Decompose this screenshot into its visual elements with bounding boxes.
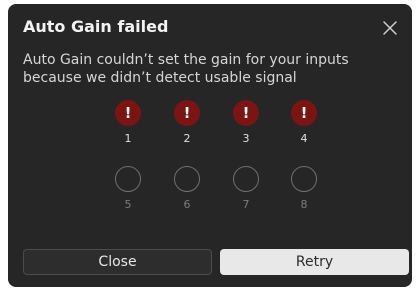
channel-label: 1 [124,132,132,145]
auto-gain-failed-dialog: Auto Gain failed Auto Gain couldn’t set … [8,4,412,287]
channel-label: 5 [124,198,132,211]
channel-label: 4 [300,132,308,145]
channel-1: ! 1 [113,100,143,145]
channel-2: ! 2 [172,100,202,145]
empty-circle-icon [291,166,317,192]
error-icon: ! [291,100,317,126]
channel-label: 6 [183,198,191,211]
close-button[interactable]: Close [23,249,212,275]
channel-4: ! 4 [289,100,319,145]
channel-7: 7 [231,166,261,211]
dialog-message: Auto Gain couldn’t set the gain for your… [23,52,349,86]
error-icon: ! [174,100,200,126]
empty-circle-icon [115,166,141,192]
channel-6: 6 [172,166,202,211]
channel-label: 8 [300,198,308,211]
channel-8: 8 [289,166,319,211]
retry-button[interactable]: Retry [220,249,409,275]
empty-circle-icon [233,166,259,192]
empty-circle-icon [174,166,200,192]
channel-label: 3 [242,132,250,145]
channel-5: 5 [113,166,143,211]
channel-label: 2 [183,132,191,145]
error-icon: ! [115,100,141,126]
error-icon: ! [233,100,259,126]
channel-label: 7 [242,198,250,211]
channel-3: ! 3 [231,100,261,145]
close-icon[interactable] [382,20,398,36]
dialog-title: Auto Gain failed [23,17,169,36]
